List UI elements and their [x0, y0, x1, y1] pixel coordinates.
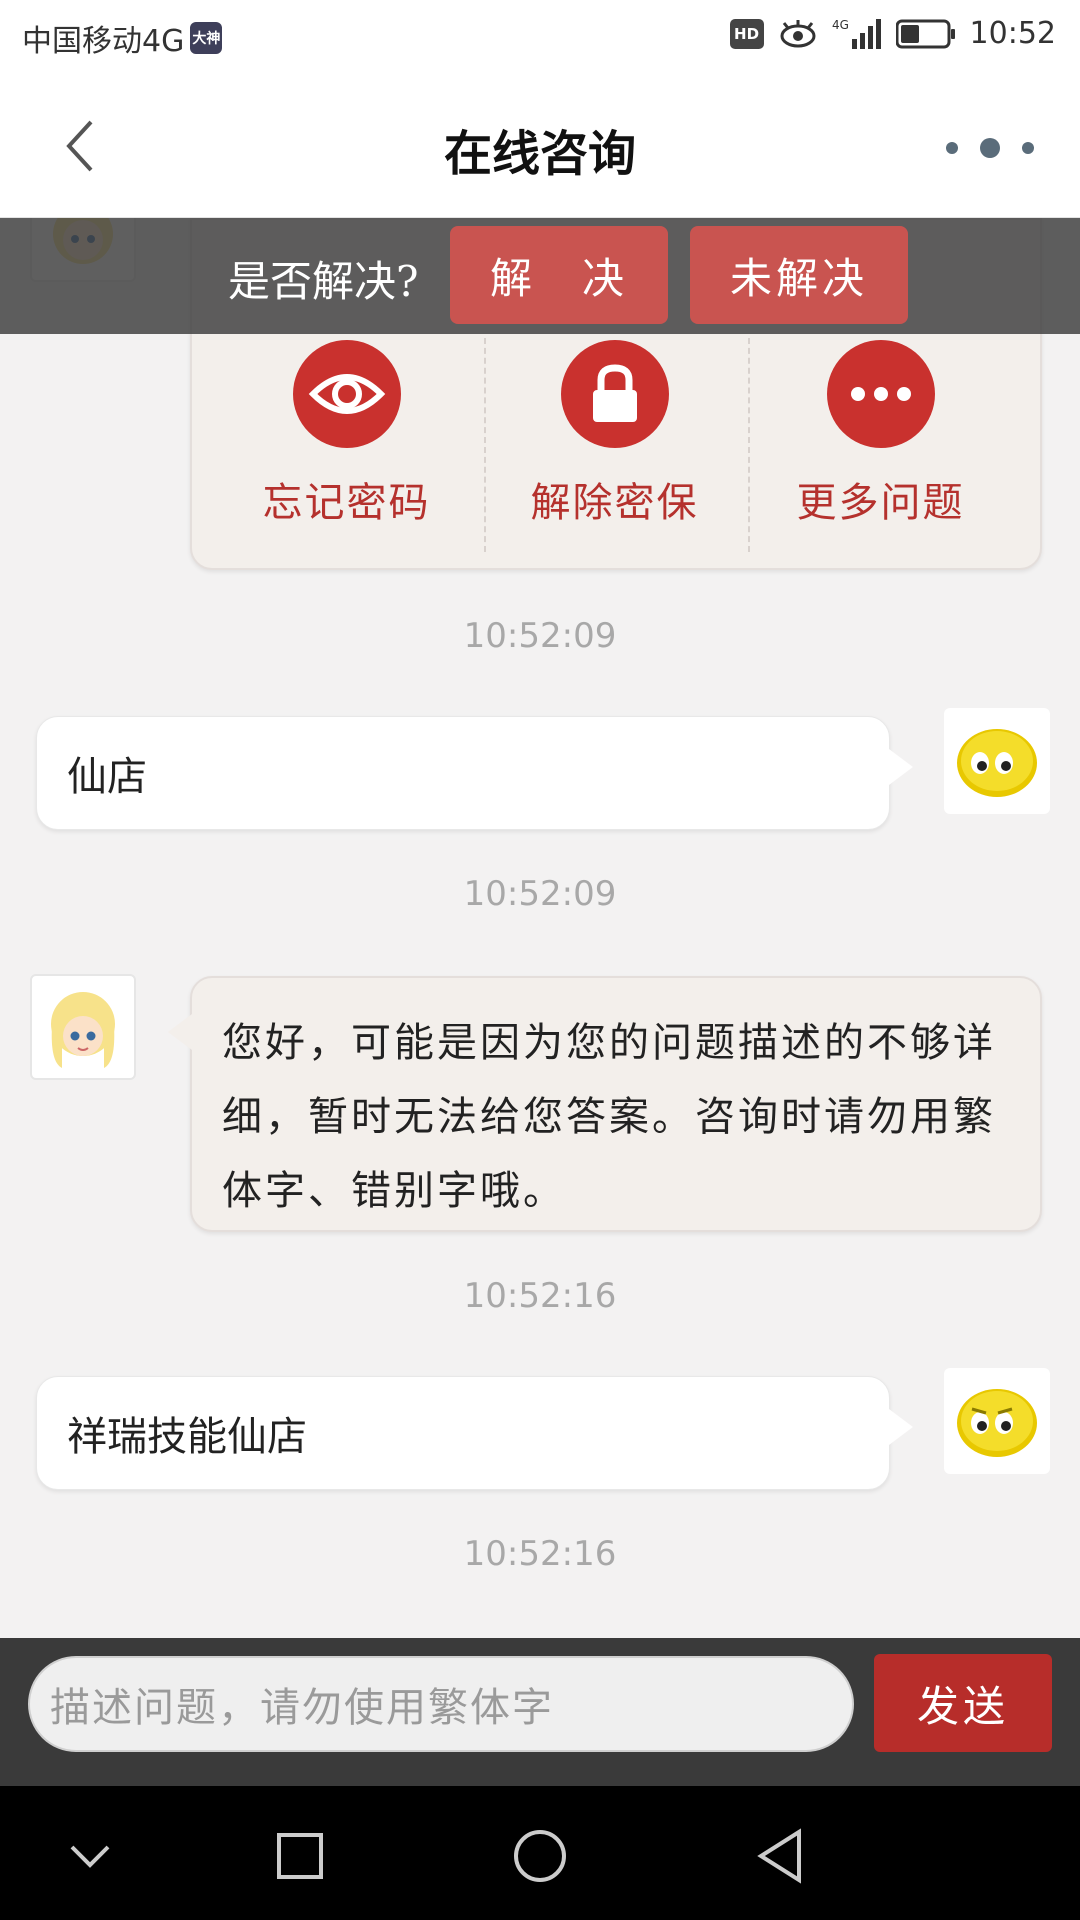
eye-comfort-icon — [778, 19, 818, 49]
circle-icon — [514, 1830, 566, 1882]
message-timestamp: 10:52:09 — [463, 616, 617, 656]
message-text: 祥瑞技能仙店 — [67, 1414, 307, 1460]
message-timestamp: 10:52:09 — [463, 874, 617, 914]
user-avatar-icon — [957, 729, 1037, 797]
user-avatar-icon — [957, 1389, 1037, 1457]
unresolved-button[interactable]: 未解决 — [690, 226, 908, 324]
option-label: 更多问题 — [796, 480, 965, 526]
user-avatar[interactable] — [944, 708, 1050, 814]
user-message-bubble[interactable]: 祥瑞技能仙店 — [36, 1376, 913, 1490]
hd-icon: HD — [729, 18, 764, 49]
message-timestamp: 10:52:16 — [463, 1534, 617, 1574]
option-more-questions[interactable]: 更多问题 — [748, 340, 1013, 550]
nav-back-button[interactable] — [740, 1816, 820, 1896]
message-timestamp: 10:52:16 — [463, 1276, 617, 1316]
message-text: 您好，可能是因为您的问题描述的不够详细，暂时无法给您答案。咨询时请勿用繁体字、错… — [222, 1020, 996, 1214]
option-label: 忘记密码 — [262, 480, 431, 526]
resolved-button[interactable]: 解 决 — [450, 226, 668, 324]
nav-hide-button[interactable] — [50, 1816, 130, 1896]
option-forgot-password[interactable]: 忘记密码 — [214, 340, 479, 550]
input-bar: 描述问题，请勿使用繁体字 发送 — [0, 1638, 1080, 1786]
nav-home-button[interactable] — [500, 1816, 580, 1896]
user-avatar[interactable] — [944, 1368, 1050, 1474]
lock-icon — [560, 340, 669, 448]
square-icon — [277, 1833, 323, 1879]
user-message-bubble[interactable]: 仙店 — [36, 716, 913, 830]
status-bar: 中国移动4G 大神 HD 4G 10:52 — [0, 0, 1080, 72]
clock: 10:52 — [969, 16, 1056, 51]
message-text: 仙店 — [67, 754, 147, 800]
signal-icon: 4G — [832, 17, 882, 51]
bot-avatar — [30, 974, 136, 1080]
send-button[interactable]: 发送 — [874, 1654, 1052, 1752]
chevron-down-icon — [70, 1845, 110, 1868]
resolve-question: 是否解决? — [228, 257, 419, 306]
system-nav-bar — [0, 1786, 1080, 1920]
page-title: 在线咨询 — [443, 126, 636, 182]
bot-message-bubble[interactable]: 您好，可能是因为您的问题描述的不够详细，暂时无法给您答案。咨询时请勿用繁体字、错… — [168, 976, 1042, 1232]
eye-icon — [292, 340, 401, 448]
app-badge-icon: 大神 — [190, 22, 223, 54]
nav-recents-button[interactable] — [260, 1816, 340, 1896]
chat-area[interactable]: 忘记密码 解除密保 更多问题 10:52:09 仙店 10:52:09 您好，可… — [0, 218, 1080, 1638]
more-icon — [826, 340, 935, 448]
option-label: 解除密保 — [530, 480, 699, 526]
bot-avatar-icon — [51, 992, 115, 1068]
carrier-info: 中国移动4G 大神 — [22, 16, 223, 60]
app-header: 在线咨询 — [0, 72, 1080, 218]
triangle-back-icon — [757, 1828, 801, 1884]
message-input[interactable]: 描述问题，请勿使用繁体字 — [28, 1656, 854, 1752]
more-dots-icon — [946, 138, 1034, 158]
carrier-label: 中国移动4G — [22, 24, 185, 59]
status-icons: HD 4G 10:52 — [729, 16, 1056, 51]
battery-icon — [895, 19, 956, 49]
option-unbind-security[interactable]: 解除密保 — [482, 340, 747, 550]
svg-text:4G: 4G — [832, 18, 849, 32]
resolve-prompt-bar: 是否解决? 解 决 未解决 — [0, 218, 1080, 334]
more-options-button[interactable] — [940, 128, 1040, 168]
